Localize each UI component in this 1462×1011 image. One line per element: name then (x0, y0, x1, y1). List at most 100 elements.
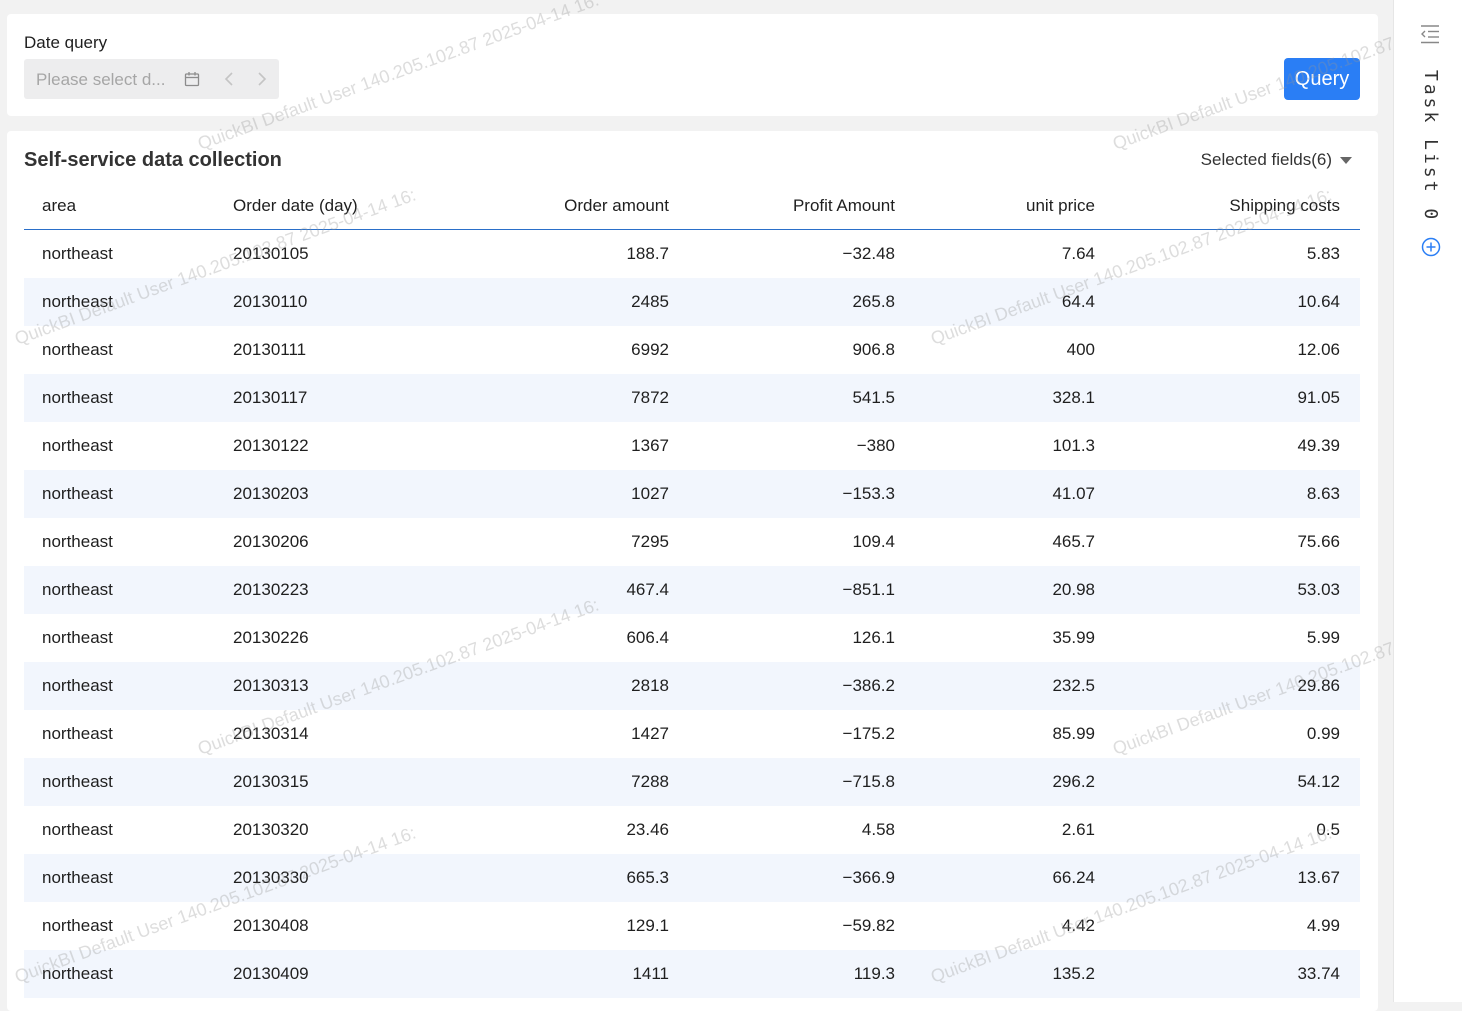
cell-area: northeast (24, 470, 215, 518)
cell-area: northeast (42, 916, 113, 935)
selected-fields-dropdown[interactable]: Selected fields(6) (1201, 150, 1352, 170)
query-button[interactable]: Query (1284, 58, 1360, 100)
cell-unit-price: 232.5 (915, 662, 1115, 710)
cell-area: northeast (24, 662, 215, 710)
cell-shipping-costs: 5.99 (1306, 628, 1340, 647)
column-header-order-amount[interactable]: Order amount (409, 183, 689, 230)
table-row[interactable]: northeast 20130409 1411 119.3 135.2 33.74 (24, 950, 1360, 998)
cell-order-date: 20130110 (215, 278, 409, 326)
cell-order-date: 20130122 (233, 436, 309, 455)
cell-area: northeast (24, 854, 215, 902)
cell-unit-price: 101.3 (1052, 436, 1095, 455)
cell-order-date: 20130313 (215, 662, 409, 710)
cell-profit-amount: −386.2 (689, 662, 915, 710)
cell-area: northeast (42, 244, 113, 263)
cell-profit-amount: −380 (856, 436, 895, 455)
cell-area: northeast (24, 374, 215, 422)
chevron-right-icon (257, 72, 266, 86)
cell-shipping-costs: 91.05 (1115, 374, 1360, 422)
cell-order-amount: 467.4 (409, 566, 689, 614)
column-header-profit-amount[interactable]: Profit Amount (689, 183, 915, 230)
cell-order-amount: 1367 (631, 436, 669, 455)
cell-area: northeast (42, 820, 113, 839)
table-row[interactable]: northeast 20130408 129.1 −59.82 4.42 4.99 (24, 902, 1360, 950)
filter-panel: Date query Please select d... Query (7, 14, 1378, 116)
table-row[interactable]: northeast 20130105 188.7 −32.48 7.64 5.83 (24, 230, 1360, 279)
table-title: Self-service data collection (24, 149, 282, 171)
cell-order-date: 20130330 (215, 854, 409, 902)
cell-shipping-costs: 54.12 (1115, 758, 1360, 806)
cell-unit-price: 41.07 (915, 470, 1115, 518)
cell-profit-amount: 906.8 (852, 340, 895, 359)
table-row[interactable]: northeast 20130122 1367 −380 101.3 49.39 (24, 422, 1360, 470)
cell-profit-amount: −32.48 (842, 244, 895, 263)
cell-order-amount: 7872 (409, 374, 689, 422)
cell-profit-amount: −715.8 (689, 758, 915, 806)
cell-shipping-costs: 75.66 (1297, 532, 1340, 551)
cell-order-amount: 2818 (409, 662, 689, 710)
cell-shipping-costs: 53.03 (1115, 566, 1360, 614)
cell-order-date: 20130409 (215, 950, 409, 998)
cell-unit-price: 35.99 (1052, 628, 1095, 647)
cell-order-amount: 2485 (409, 278, 689, 326)
next-date-button[interactable] (246, 59, 277, 99)
date-query-label: Date query (24, 33, 108, 52)
table-row[interactable]: northeast 20130203 1027 −153.3 41.07 8.63 (24, 470, 1360, 518)
table-header-row: area Order date (day) Order amount Profi… (24, 183, 1360, 230)
cell-profit-amount: 541.5 (689, 374, 915, 422)
cell-order-date: 20130314 (233, 724, 309, 743)
cell-profit-amount: −59.82 (842, 916, 895, 935)
cell-area: northeast (42, 724, 113, 743)
list-collapse-icon[interactable] (1420, 24, 1440, 44)
cell-unit-price: 85.99 (1052, 724, 1095, 743)
prev-date-button[interactable] (213, 59, 244, 99)
cell-unit-price: 135.2 (915, 950, 1115, 998)
table-row[interactable]: northeast 20130314 1427 −175.2 85.99 0.99 (24, 710, 1360, 758)
cell-shipping-costs: 0.5 (1316, 820, 1340, 839)
cell-profit-amount: −153.3 (689, 470, 915, 518)
cell-order-amount: 606.4 (626, 628, 669, 647)
date-picker[interactable]: Please select d... (24, 59, 279, 99)
cell-shipping-costs: 29.86 (1115, 662, 1360, 710)
cell-unit-price: 66.24 (915, 854, 1115, 902)
chevron-left-icon (224, 72, 233, 86)
column-header-shipping-costs[interactable]: Shipping costs (1115, 183, 1360, 230)
cell-order-date: 20130117 (215, 374, 409, 422)
cell-order-amount: 23.46 (626, 820, 669, 839)
main-area: Date query Please select d... Query Self… (0, 0, 1393, 1011)
cell-profit-amount: 109.4 (852, 532, 895, 551)
cell-area: northeast (24, 950, 215, 998)
cell-profit-amount: −851.1 (689, 566, 915, 614)
table-row[interactable]: northeast 20130117 7872 541.5 328.1 91.05 (24, 374, 1360, 422)
task-list-title[interactable]: Task List 0 (1420, 70, 1441, 222)
column-header-unit-price[interactable]: unit price (915, 183, 1115, 230)
date-picker-placeholder: Please select d... (36, 70, 166, 89)
table-row[interactable]: northeast 20130206 7295 109.4 465.7 75.66 (24, 518, 1360, 566)
table-row[interactable]: northeast 20130110 2485 265.8 64.4 10.64 (24, 278, 1360, 326)
table-body: northeast 20130105 188.7 −32.48 7.64 5.83 nort… (24, 230, 1360, 998)
table-row[interactable]: northeast 20130111 6992 906.8 400 12.06 (24, 326, 1360, 374)
cell-unit-price: 400 (1066, 340, 1095, 359)
table-row[interactable]: northeast 20130313 2818 −386.2 232.5 29.86 (24, 662, 1360, 710)
cell-order-amount: 1411 (409, 950, 689, 998)
table-row[interactable]: northeast 20130226 606.4 126.1 35.99 5.99 (24, 614, 1360, 662)
cell-area: northeast (42, 436, 113, 455)
cell-order-date: 20130105 (233, 244, 309, 263)
data-table: area Order date (day) Order amount Profi… (24, 183, 1360, 998)
cell-profit-amount: 119.3 (689, 950, 915, 998)
task-list-sidebar: Task List 0 (1393, 0, 1462, 1002)
cell-unit-price: 20.98 (915, 566, 1115, 614)
table-row[interactable]: northeast 20130330 665.3 −366.9 66.24 13.67 (24, 854, 1360, 902)
calendar-icon[interactable] (184, 71, 200, 87)
table-row[interactable]: northeast 20130315 7288 −715.8 296.2 54.12 (24, 758, 1360, 806)
cell-shipping-costs: 4.99 (1306, 916, 1340, 935)
add-task-icon[interactable] (1421, 237, 1441, 257)
table-row[interactable]: northeast 20130223 467.4 −851.1 20.98 53.03 (24, 566, 1360, 614)
cell-order-amount: 6992 (631, 340, 669, 359)
table-row[interactable]: northeast 20130320 23.46 4.58 2.61 0.5 (24, 806, 1360, 854)
column-header-order-date[interactable]: Order date (day) (215, 183, 409, 230)
caret-down-icon (1340, 156, 1352, 164)
cell-order-date: 20130203 (215, 470, 409, 518)
cell-profit-amount: 265.8 (689, 278, 915, 326)
column-header-area[interactable]: area (24, 183, 215, 230)
